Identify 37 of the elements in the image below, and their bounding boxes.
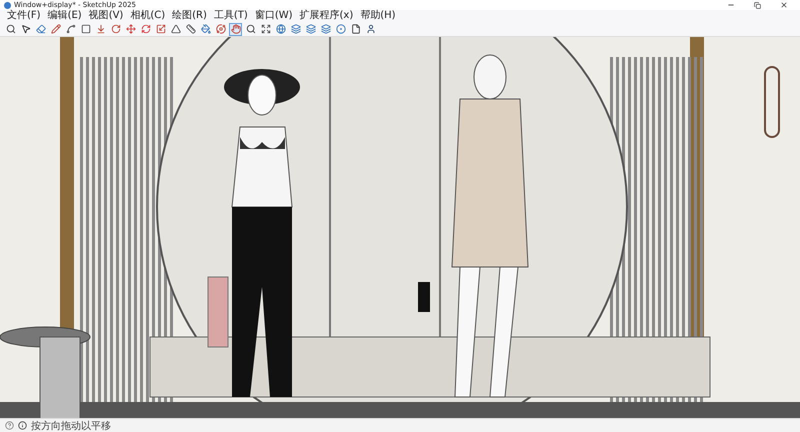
menu-item[interactable]: 视图(V) xyxy=(86,10,126,22)
menu-item[interactable]: 相机(C) xyxy=(127,10,168,22)
tool-layers-button[interactable] xyxy=(319,22,332,36)
tool-pencil-button[interactable] xyxy=(49,22,62,36)
tool-rect-button[interactable] xyxy=(79,22,92,36)
tool-triangle-button[interactable] xyxy=(169,22,182,36)
tool-layers-button[interactable] xyxy=(304,22,317,36)
help-icon[interactable] xyxy=(5,421,14,430)
menu-item[interactable]: 帮助(H) xyxy=(357,10,399,22)
status-text: 按方向拖动以平移 xyxy=(31,420,111,432)
tool-globe-button[interactable] xyxy=(274,22,287,36)
menu-item[interactable]: 文件(F) xyxy=(4,10,44,22)
tool-paint-button[interactable] xyxy=(199,22,212,36)
tool-orbit-button[interactable] xyxy=(214,22,227,36)
app-logo-icon xyxy=(4,2,11,8)
tool-refresh-button[interactable] xyxy=(139,22,152,36)
tool-zoom-button[interactable] xyxy=(4,22,17,36)
tool-pan-button[interactable] xyxy=(229,22,242,36)
tool-eraser-button[interactable] xyxy=(34,22,47,36)
menu-item[interactable]: 工具(T) xyxy=(210,10,251,22)
menu-item[interactable]: 扩展程序(x) xyxy=(296,10,356,22)
restore-icon[interactable] xyxy=(754,2,761,8)
menu-item[interactable]: 窗口(W) xyxy=(252,10,296,22)
tool-scale-button[interactable] xyxy=(154,22,167,36)
tool-move-button[interactable] xyxy=(124,22,137,36)
menu-item[interactable]: 绘图(R) xyxy=(169,10,210,22)
tool-extents-button[interactable] xyxy=(259,22,272,36)
tool-zoom-button[interactable] xyxy=(244,22,257,36)
menu-item[interactable]: 编辑(E) xyxy=(44,10,85,22)
tool-circle-button[interactable] xyxy=(334,22,347,36)
close-icon[interactable] xyxy=(780,1,788,9)
tool-rotate-button[interactable] xyxy=(109,22,122,36)
tool-select-button[interactable] xyxy=(19,22,32,36)
tool-arc-button[interactable] xyxy=(64,22,77,36)
tool-tape-button[interactable] xyxy=(184,22,197,36)
tool-layers-button[interactable] xyxy=(289,22,302,36)
info-icon[interactable] xyxy=(18,421,27,430)
